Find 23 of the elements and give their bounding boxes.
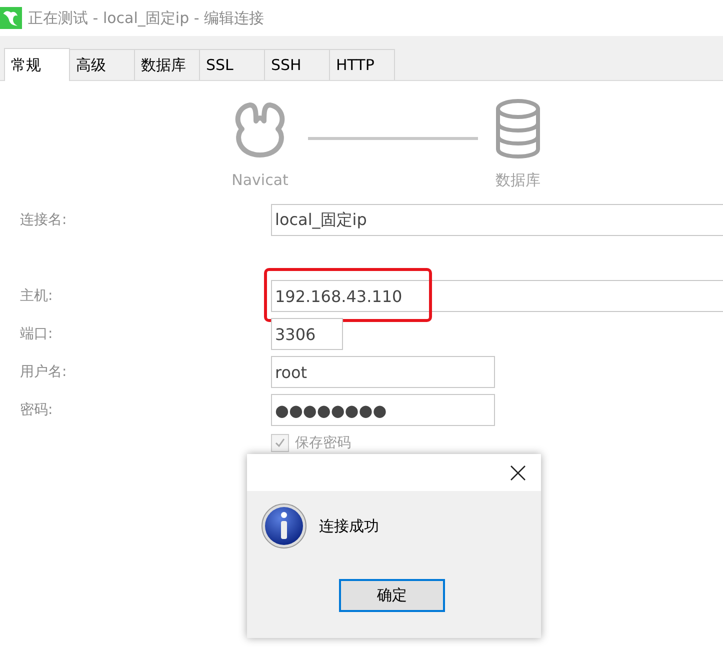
tab[interactable]: 常规 <box>4 48 70 81</box>
client-label: Navicat <box>232 171 288 189</box>
ok-button[interactable]: 确定 <box>339 579 445 612</box>
field-label: 密码: <box>19 401 54 419</box>
database-icon <box>494 97 542 161</box>
field-label: 主机: <box>19 287 54 305</box>
close-icon <box>510 464 526 480</box>
input-field[interactable]: 3306 <box>271 318 343 350</box>
field-label: 用户名: <box>19 363 68 381</box>
input-field[interactable]: ●●●●●●●● <box>271 394 495 426</box>
field-label: 连接名: <box>19 211 68 229</box>
window-title: 正在测试 - local_固定ip - 编辑连接 <box>28 8 264 28</box>
tab[interactable]: HTTP <box>329 49 395 80</box>
input-field[interactable]: 192.168.43.110 <box>271 280 723 312</box>
input-field[interactable]: root <box>271 356 495 388</box>
checkbox[interactable] <box>271 434 289 452</box>
info-icon <box>261 503 307 549</box>
server-label: 数据库 <box>496 171 540 190</box>
checkbox-label: 保存密码 <box>295 434 351 452</box>
dialog-message: 连接成功 <box>319 516 379 536</box>
field-label: 端口: <box>19 325 54 343</box>
check-icon <box>274 437 286 449</box>
input-field[interactable]: local_固定ip <box>271 204 723 236</box>
